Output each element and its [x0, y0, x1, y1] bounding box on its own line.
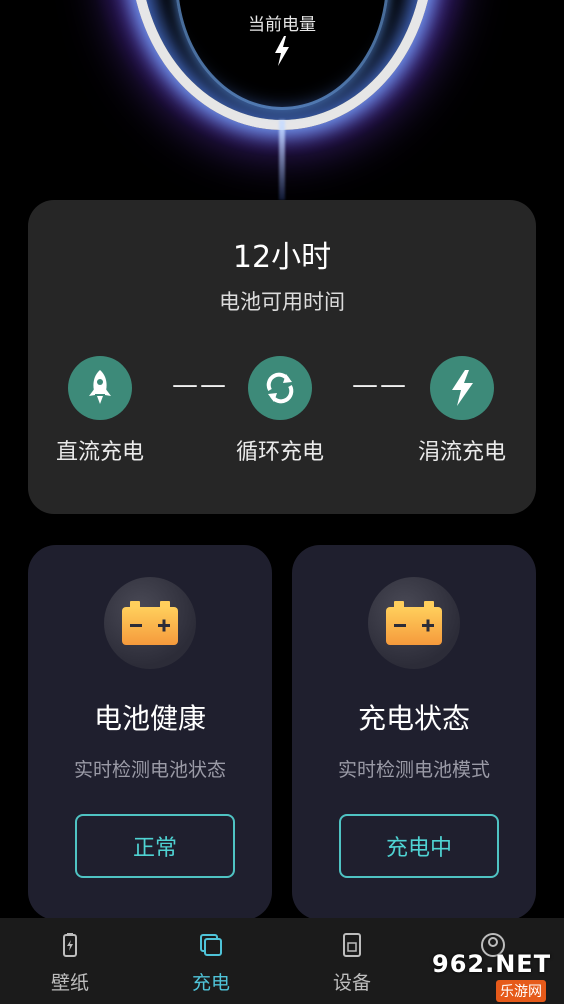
- battery-icon: [104, 577, 196, 669]
- rocket-icon: [68, 356, 132, 420]
- mode-direct-charge[interactable]: 直流充电: [30, 356, 170, 466]
- charging-status-card: 充电状态 实时检测电池模式 充电中: [292, 545, 536, 920]
- battery-charge-icon: [63, 933, 77, 957]
- current-power-title: 当前电量: [248, 15, 316, 35]
- watermark-logo: 962.NET 乐游网: [424, 946, 564, 1004]
- card-title: 电池健康: [93, 702, 206, 735]
- cycle-icon: [248, 356, 312, 420]
- device-icon: [343, 933, 361, 957]
- bolt-icon: [275, 36, 289, 66]
- nav-label: 设备: [332, 972, 371, 994]
- nav-item-charge[interactable]: 充电: [166, 932, 256, 995]
- card-title: 充电状态: [357, 702, 470, 735]
- battery-health-card: 电池健康 实时检测电池状态 正常: [28, 545, 272, 920]
- nav-label: 壁纸: [50, 972, 89, 994]
- mode-label: 涓流充电: [417, 440, 506, 465]
- health-status-button[interactable]: 正常: [75, 814, 235, 878]
- nav-label: 充电: [191, 972, 230, 994]
- watermark-subtext: 乐游网: [496, 980, 546, 1002]
- nav-item-device[interactable]: 设备: [307, 932, 397, 995]
- watermark-text: 962.NET: [432, 950, 552, 978]
- available-hours-label: 电池可用时间: [219, 290, 345, 314]
- battery-icon: [368, 577, 460, 669]
- card-subtitle: 实时检测电池模式: [337, 759, 490, 781]
- mode-cycle-charge[interactable]: 循环充电: [210, 356, 350, 466]
- layers-icon: [200, 934, 222, 956]
- available-hours: 12小时: [232, 240, 332, 275]
- card-subtitle: 实时检测电池状态: [73, 759, 226, 781]
- charging-status-button[interactable]: 充电中: [339, 814, 499, 878]
- mode-label: 循环充电: [235, 440, 324, 465]
- battery-time-card: 12小时 电池可用时间 直流充电 —— 循环充电 —— 涓流充电: [28, 200, 536, 514]
- light-beam: [279, 120, 285, 200]
- nav-item-wallpaper[interactable]: 壁纸: [25, 932, 115, 995]
- mode-trickle-charge[interactable]: 涓流充电: [392, 356, 532, 466]
- lightning-icon: [430, 356, 494, 420]
- mode-label: 直流充电: [55, 440, 144, 465]
